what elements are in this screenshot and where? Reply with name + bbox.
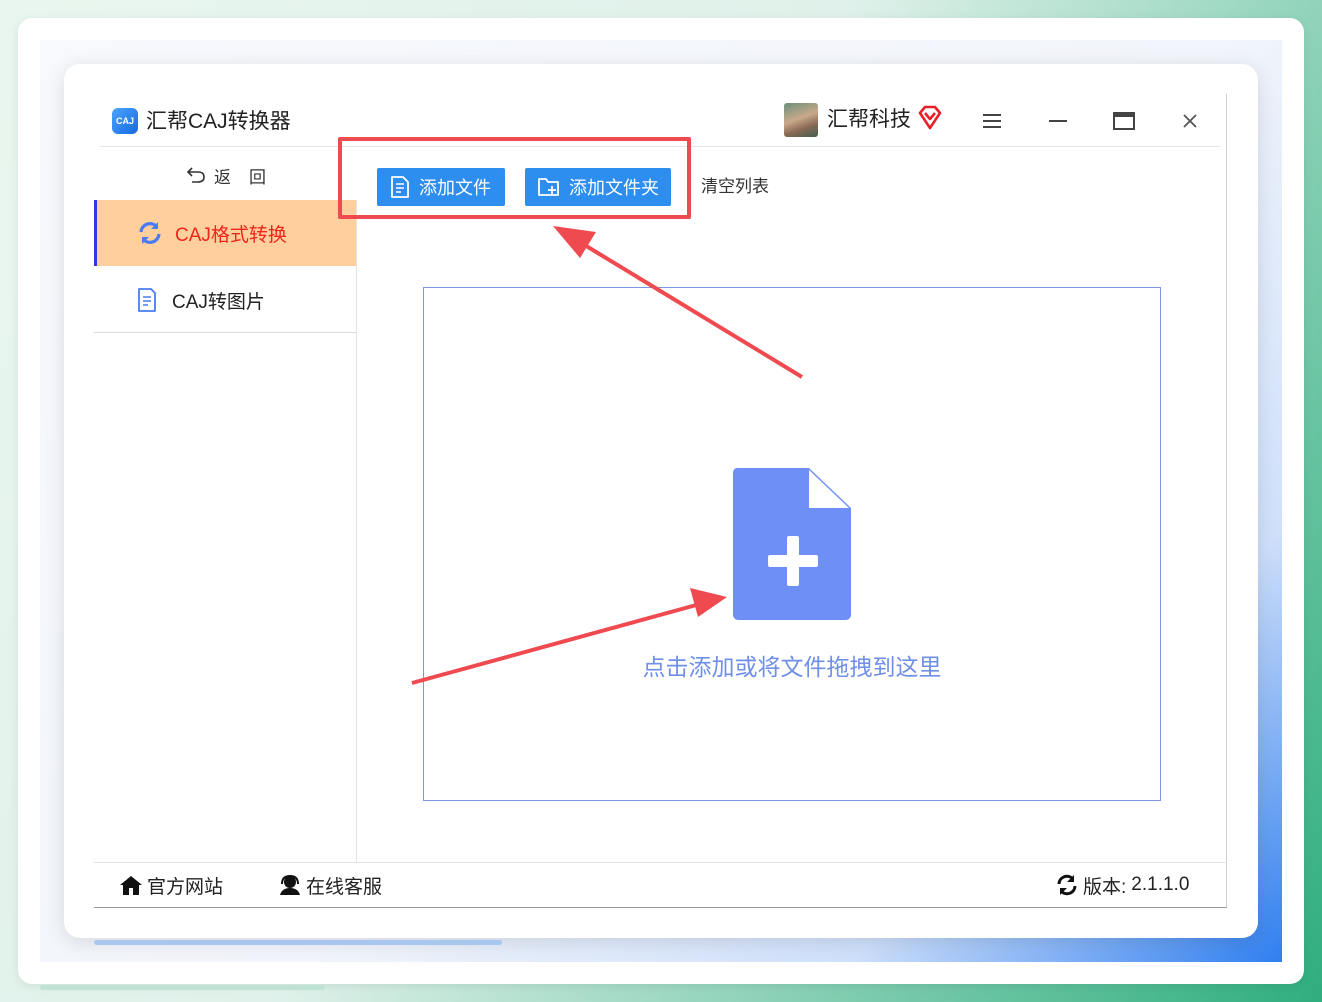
document-icon <box>134 287 160 313</box>
vip-diamond-icon[interactable] <box>916 104 944 132</box>
background-strip <box>94 940 502 945</box>
version-label: 版本: <box>1083 876 1127 898</box>
add-folder-icon <box>538 178 559 196</box>
sidebar-item-caj-to-image[interactable]: CAJ转图片 <box>94 267 356 333</box>
close-button[interactable] <box>1175 106 1205 136</box>
online-support-label: 在线客服 <box>306 876 383 898</box>
app-logo-icon: CAJ <box>112 108 138 134</box>
home-icon <box>120 876 142 895</box>
official-website-link[interactable]: 官方网站 <box>119 871 223 899</box>
maximize-button[interactable] <box>1109 106 1139 136</box>
drop-hint-text: 点击添加或将文件拖拽到这里 <box>642 654 942 680</box>
online-support-link[interactable]: 在线客服 <box>278 871 382 899</box>
sidebar-separator <box>94 332 356 333</box>
update-icon <box>1057 874 1077 896</box>
add-file-label: 添加文件 <box>419 178 491 198</box>
menu-icon <box>983 114 1001 128</box>
official-website-label: 官方网站 <box>147 876 224 898</box>
user-name[interactable]: 汇帮科技 <box>827 106 911 134</box>
footer-divider <box>94 862 1227 863</box>
maximize-icon <box>1113 112 1135 130</box>
version-info: 版本: 2.1.1.0 <box>1056 871 1189 899</box>
back-button-label: 返回 <box>214 167 284 187</box>
add-document-icon[interactable] <box>733 468 853 620</box>
sidebar-item-caj-format-convert[interactable]: CAJ格式转换 <box>94 200 356 266</box>
sidebar-item-label: CAJ转图片 <box>172 291 265 313</box>
sidebar-item-label: CAJ格式转换 <box>175 224 287 246</box>
background-strip-green <box>40 985 325 990</box>
avatar[interactable] <box>784 103 818 137</box>
back-arrow-icon <box>186 167 205 183</box>
add-file-button[interactable]: 添加文件 <box>377 168 505 206</box>
menu-button[interactable] <box>977 106 1007 136</box>
clear-list-button[interactable]: 清空列表 <box>701 175 769 199</box>
refresh-icon <box>137 220 163 246</box>
add-folder-label: 添加文件夹 <box>569 178 659 198</box>
window-bottom-border <box>94 907 1227 908</box>
back-button[interactable]: 返回 <box>186 162 284 188</box>
version-number: 2.1.1.0 <box>1131 874 1190 895</box>
window-right-border <box>1226 94 1227 908</box>
add-folder-button[interactable]: 添加文件夹 <box>525 168 671 206</box>
minimize-button[interactable] <box>1043 106 1073 136</box>
add-file-icon <box>391 176 409 198</box>
customer-service-icon <box>280 874 300 895</box>
minimize-icon <box>1049 120 1067 122</box>
app-logo-text: CAJ <box>115 116 134 126</box>
close-icon <box>1183 114 1197 128</box>
app-title: 汇帮CAJ转换器 <box>146 110 291 133</box>
sidebar-divider <box>356 200 357 862</box>
